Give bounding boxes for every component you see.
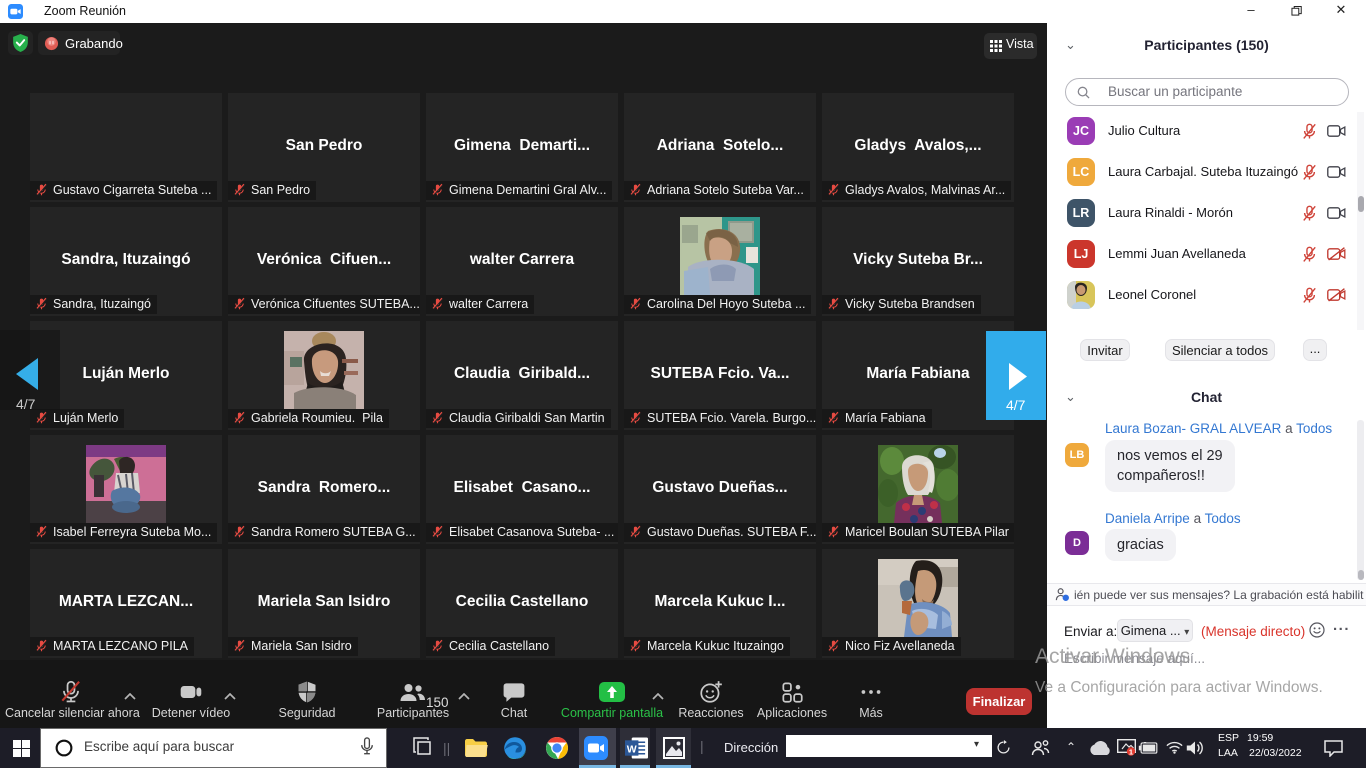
svg-text:W: W xyxy=(627,743,637,755)
svg-text:1: 1 xyxy=(1129,748,1133,756)
